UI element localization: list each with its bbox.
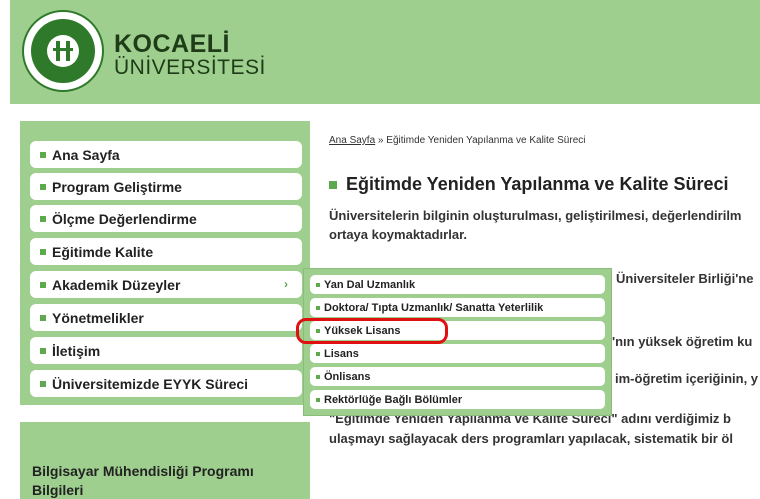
brand-name-line1[interactable]: KOCAELİ	[114, 30, 230, 59]
bullet-icon	[40, 314, 46, 321]
bullet-icon	[316, 397, 320, 402]
submenu-item-label: Önlisans	[324, 370, 371, 383]
breadcrumb: Ana Sayfa » Eğitimde Yeniden Yapılanma v…	[329, 135, 586, 146]
submenu-item-lisans[interactable]: Lisans	[310, 344, 605, 363]
submenu-item-label: Doktora/ Tıpta Uzmanlık/ Sanatta Yeterli…	[324, 301, 544, 314]
sidebar-item-egitimde-kalite[interactable]: Eğitimde Kalite	[30, 238, 302, 265]
university-logo[interactable]	[22, 10, 104, 92]
page-title: Eğitimde Yeniden Yapılanma ve Kalite Sür…	[329, 174, 729, 195]
sidebar-item-program-gelistirme[interactable]: Program Geliştirme	[30, 173, 302, 200]
submenu-item-rektorluge-bagli[interactable]: Rektörlüğe Bağlı Bölümler	[310, 390, 605, 409]
sidebar-item-akademik-duzeyler[interactable]: Akademik Düzeyler ›	[30, 271, 302, 298]
bullet-icon	[316, 374, 320, 379]
paragraph-3-fragment: 'nın yüksek öğretim ku	[612, 334, 753, 349]
submenu-item-label: Lisans	[324, 347, 359, 360]
submenu-item-onlisans[interactable]: Önlisans	[310, 367, 605, 386]
sidebar-item-label: Eğitimde Kalite	[52, 243, 154, 260]
breadcrumb-home-link[interactable]: Ana Sayfa	[329, 135, 375, 146]
program-info-title: Bilgisayar Mühendisliği Programı Bilgile…	[32, 463, 254, 498]
bullet-icon	[316, 282, 320, 287]
sidebar-item-label: Üniversitemizde EYYK Süreci	[52, 375, 249, 392]
logo-emblem-icon	[31, 19, 95, 83]
sidebar-item-yonetmelikler[interactable]: Yönetmelikler	[30, 304, 302, 331]
paragraph-5-line-2: ulaşmayı sağlayacak ders programları yap…	[329, 431, 733, 446]
breadcrumb-current: Eğitimde Yeniden Yapılanma ve Kalite Sür…	[386, 135, 586, 146]
breadcrumb-separator: »	[375, 135, 387, 146]
sidebar-program-info: Bilgisayar Mühendisliği Programı Bilgile…	[20, 422, 310, 499]
paragraph-1-line-1: Üniversitelerin bilginin oluşturulması, …	[329, 208, 742, 223]
site-header: KOCAELİ ÜNİVERSİTESİ	[10, 0, 760, 104]
submenu-item-doktora[interactable]: Doktora/ Tıpta Uzmanlık/ Sanatta Yeterli…	[310, 298, 605, 317]
bullet-icon	[40, 151, 46, 158]
sidebar-item-iletisim[interactable]: İletişim	[30, 337, 302, 364]
sidebar-item-label: Akademik Düzeyler	[52, 276, 181, 293]
bullet-icon	[40, 215, 46, 222]
sidebar-item-label: Program Geliştirme	[52, 178, 182, 195]
submenu-item-label: Yan Dal Uzmanlık	[324, 278, 416, 291]
bullet-icon	[316, 305, 320, 310]
submenu-item-yan-dal-uzmanlik[interactable]: Yan Dal Uzmanlık	[310, 275, 605, 294]
sidebar-item-label: Ana Sayfa	[52, 146, 120, 163]
sidebar-item-ana-sayfa[interactable]: Ana Sayfa	[30, 141, 302, 168]
bullet-icon	[40, 281, 46, 288]
bullet-icon	[316, 351, 320, 356]
submenu-item-label: Rektörlüğe Bağlı Bölümler	[324, 393, 463, 406]
bullet-icon	[40, 380, 46, 387]
sidebar-item-label: İletişim	[52, 342, 101, 359]
chevron-right-icon: ›	[284, 277, 288, 291]
sidebar-item-label: Yönetmelikler	[52, 309, 144, 326]
sidebar-item-label: Ölçme Değerlendirme	[52, 210, 197, 227]
sidebar-item-eyyk-sureci[interactable]: Üniversitemizde EYYK Süreci	[30, 370, 302, 397]
title-bullet-icon	[329, 181, 337, 190]
brand-name-line2[interactable]: ÜNİVERSİTESİ	[114, 56, 266, 80]
bullet-icon	[40, 183, 46, 190]
red-highlight-annotation	[296, 318, 448, 344]
paragraph-4-fragment: im-öğretim içeriğinin, y	[615, 371, 759, 386]
bullet-icon	[40, 347, 46, 354]
logo-seal-icon	[33, 21, 93, 81]
page-title-text: Eğitimde Yeniden Yapılanma ve Kalite Sür…	[346, 174, 729, 194]
sidebar-menu: Ana Sayfa Program Geliştirme Ölçme Değer…	[20, 121, 310, 405]
bullet-icon	[40, 248, 46, 255]
paragraph-2-fragment: Üniversiteler Birliği'ne	[616, 271, 754, 286]
paragraph-1-line-2: ortaya koymaktadırlar.	[329, 227, 468, 242]
sidebar-item-olcme-degerlendirme[interactable]: Ölçme Değerlendirme	[30, 205, 302, 232]
